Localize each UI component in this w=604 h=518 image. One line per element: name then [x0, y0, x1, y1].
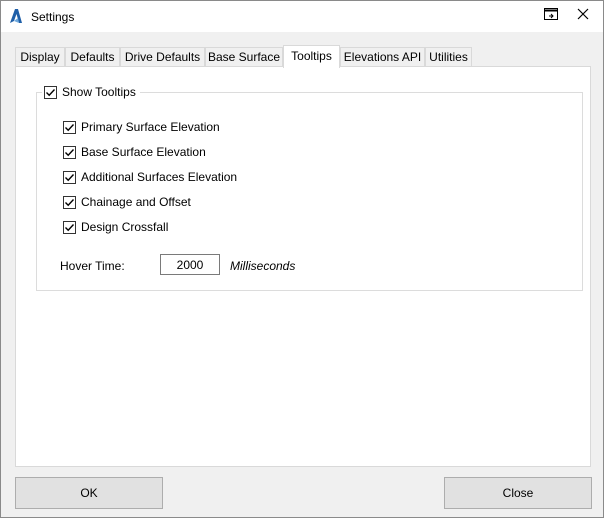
ok-button[interactable]: OK — [15, 477, 163, 509]
settings-dialog: Settings Display Defaults Drive Defaults… — [0, 0, 604, 518]
option-label: Additional Surfaces Elevation — [81, 170, 238, 184]
autodesk-a-icon — [9, 8, 23, 24]
checkmark-icon — [65, 148, 75, 156]
hover-time-input[interactable] — [160, 254, 220, 275]
tab-drive-defaults[interactable]: Drive Defaults — [120, 47, 205, 66]
checkmark-icon — [65, 123, 75, 131]
tab-base-surface[interactable]: Base Surface — [205, 47, 283, 66]
title-bar[interactable]: Settings — [1, 1, 603, 32]
option-label: Base Surface Elevation — [81, 145, 206, 159]
checkmark-icon — [65, 173, 75, 181]
option-additional-surfaces-elevation[interactable]: Additional Surfaces Elevation — [63, 169, 237, 185]
base-surface-elevation-checkbox[interactable] — [63, 145, 76, 159]
option-label: Design Crossfall — [81, 220, 169, 234]
checkmark-icon — [65, 223, 75, 231]
close-icon — [577, 8, 589, 23]
additional-surfaces-elevation-checkbox[interactable] — [63, 170, 76, 184]
tab-display[interactable]: Display — [15, 47, 65, 66]
show-tooltips-label: Show Tooltips — [62, 85, 136, 99]
checkmark-icon — [65, 198, 75, 206]
option-label: Chainage and Offset — [81, 195, 191, 209]
hover-time-label: Hover Time: — [60, 259, 125, 273]
hover-time-unit: Milliseconds — [230, 259, 296, 273]
checkmark-icon — [46, 88, 56, 96]
tab-defaults[interactable]: Defaults — [65, 47, 120, 66]
option-primary-surface-elevation[interactable]: Primary Surface Elevation — [63, 119, 220, 135]
show-tooltips-checkbox[interactable] — [44, 85, 57, 99]
option-base-surface-elevation[interactable]: Base Surface Elevation — [63, 144, 206, 160]
close-button[interactable]: Close — [444, 477, 592, 509]
primary-surface-elevation-checkbox[interactable] — [63, 120, 76, 134]
design-crossfall-checkbox[interactable] — [63, 220, 76, 234]
chainage-and-offset-checkbox[interactable] — [63, 195, 76, 209]
tab-elevations-api[interactable]: Elevations API — [340, 47, 425, 66]
window-title: Settings — [31, 10, 75, 24]
option-label: Primary Surface Elevation — [81, 120, 220, 134]
close-window-button[interactable] — [561, 1, 604, 30]
tab-utilities[interactable]: Utilities — [425, 47, 472, 66]
tab-tooltips[interactable]: Tooltips — [283, 45, 340, 68]
show-tooltips-toggle[interactable]: Show Tooltips — [42, 84, 140, 100]
tooltips-panel: Show Tooltips Primary Surface Elevation … — [15, 66, 591, 467]
option-design-crossfall[interactable]: Design Crossfall — [63, 219, 168, 235]
restore-window-icon — [543, 7, 559, 24]
option-chainage-and-offset[interactable]: Chainage and Offset — [63, 194, 191, 210]
